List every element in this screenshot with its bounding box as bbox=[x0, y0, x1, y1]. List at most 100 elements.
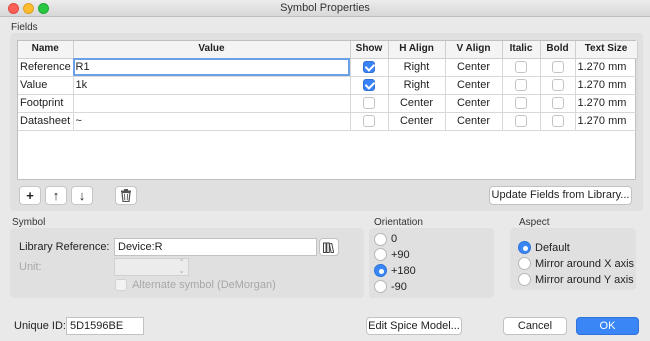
italic-checkbox[interactable] bbox=[515, 78, 527, 91]
field-italic-cell[interactable] bbox=[502, 76, 541, 95]
field-v-align-cell[interactable]: Center bbox=[445, 58, 503, 77]
field-h-align-cell[interactable]: Center bbox=[388, 94, 446, 113]
field-v-align-cell[interactable]: Center bbox=[445, 112, 503, 131]
ok-button[interactable]: OK bbox=[576, 317, 639, 335]
show-checkbox[interactable] bbox=[363, 60, 375, 73]
library-reference-label: Library Reference: bbox=[19, 241, 110, 253]
alternate-symbol-checkbox[interactable] bbox=[115, 279, 127, 292]
delete-field-button[interactable] bbox=[115, 186, 137, 205]
field-v-align-cell[interactable]: Center bbox=[445, 76, 503, 95]
aspect-label: Mirror around X axis bbox=[535, 258, 635, 270]
column-header-h-align[interactable]: H Align bbox=[388, 41, 446, 59]
orientation-label: +90 bbox=[391, 249, 410, 261]
unit-label: Unit: bbox=[19, 261, 42, 273]
edit-spice-model-button[interactable]: Edit Spice Model... bbox=[366, 317, 462, 335]
orientation-radio[interactable] bbox=[374, 280, 387, 293]
orientation-label: 0 bbox=[391, 233, 398, 245]
column-header-v-align[interactable]: V Align bbox=[445, 41, 503, 59]
fields-table: Name Value Show H Align V Align Italic B… bbox=[18, 41, 638, 131]
field-italic-cell[interactable] bbox=[502, 94, 541, 113]
unique-id-label: Unique ID: bbox=[14, 320, 66, 332]
zoom-window-button[interactable] bbox=[38, 3, 49, 14]
column-header-show[interactable]: Show bbox=[350, 41, 389, 59]
bold-checkbox[interactable] bbox=[551, 60, 564, 73]
field-text-size-cell[interactable]: 1.270 mm bbox=[575, 94, 638, 113]
orientation-group bbox=[369, 228, 494, 298]
column-header-name[interactable]: Name bbox=[18, 41, 74, 59]
field-name-cell[interactable]: Reference bbox=[18, 58, 74, 77]
field-value-cell[interactable]: ~ bbox=[73, 112, 351, 131]
bold-checkbox[interactable] bbox=[551, 78, 564, 91]
move-down-button[interactable]: ↓ bbox=[71, 186, 93, 205]
window-title: Symbol Properties bbox=[280, 2, 370, 14]
field-value-cell[interactable]: 1k bbox=[73, 76, 351, 95]
field-show-cell[interactable] bbox=[350, 76, 389, 95]
field-bold-cell[interactable] bbox=[540, 76, 576, 95]
orientation-label: +180 bbox=[391, 265, 416, 277]
field-h-align-cell[interactable]: Center bbox=[388, 112, 446, 131]
update-fields-from-library-button[interactable]: Update Fields from Library... bbox=[489, 186, 632, 205]
italic-checkbox[interactable] bbox=[515, 114, 527, 127]
column-header-bold[interactable]: Bold bbox=[540, 41, 576, 59]
unique-id-field[interactable]: 5D1596BE bbox=[66, 317, 144, 335]
field-name-cell[interactable]: Value bbox=[18, 76, 74, 95]
field-bold-cell[interactable] bbox=[540, 58, 576, 77]
column-header-value[interactable]: Value bbox=[73, 41, 351, 59]
alternate-symbol-label: Alternate symbol (DeMorgan) bbox=[132, 279, 276, 292]
field-show-cell[interactable] bbox=[350, 94, 389, 113]
orientation-label: -90 bbox=[391, 281, 407, 293]
chevron-updown-icon: ⌃ ⌄ bbox=[178, 258, 185, 275]
field-name-cell[interactable]: Footprint bbox=[18, 94, 74, 113]
field-name-cell[interactable]: Datasheet bbox=[18, 112, 74, 131]
close-window-button[interactable] bbox=[8, 3, 19, 14]
italic-checkbox[interactable] bbox=[515, 60, 527, 73]
aspect-radio[interactable] bbox=[518, 257, 531, 270]
italic-checkbox[interactable] bbox=[515, 96, 527, 109]
aspect-radio[interactable] bbox=[518, 241, 531, 254]
bold-checkbox[interactable] bbox=[551, 96, 564, 109]
field-row-footprint[interactable]: Footprint Center Center 1.270 mm bbox=[18, 94, 638, 113]
field-bold-cell[interactable] bbox=[540, 112, 576, 131]
field-h-align-cell[interactable]: Right bbox=[388, 58, 446, 77]
field-v-align-cell[interactable]: Center bbox=[445, 94, 503, 113]
orientation-section-label: Orientation bbox=[374, 217, 423, 228]
field-text-size-cell[interactable]: 1.270 mm bbox=[575, 112, 638, 131]
column-header-italic[interactable]: Italic bbox=[502, 41, 541, 59]
field-row-reference[interactable]: Reference R1 Right Center 1.270 mm bbox=[18, 58, 638, 77]
field-text-size-cell[interactable]: 1.270 mm bbox=[575, 76, 638, 95]
move-up-button[interactable]: ↑ bbox=[45, 186, 67, 205]
aspect-radio[interactable] bbox=[518, 273, 531, 286]
cancel-button[interactable]: Cancel bbox=[503, 317, 567, 335]
field-show-cell[interactable] bbox=[350, 112, 389, 131]
field-bold-cell[interactable] bbox=[540, 94, 576, 113]
field-value-cell[interactable] bbox=[73, 94, 351, 113]
column-header-text-size[interactable]: Text Size bbox=[575, 41, 638, 59]
browse-library-button[interactable] bbox=[319, 238, 339, 256]
field-row-value[interactable]: Value 1k Right Center 1.270 mm bbox=[18, 76, 638, 95]
orientation-radio[interactable] bbox=[374, 264, 387, 277]
fields-grid: Name Value Show H Align V Align Italic B… bbox=[17, 40, 638, 180]
field-h-align-cell[interactable]: Right bbox=[388, 76, 446, 95]
field-text-size-cell[interactable]: 1.270 mm bbox=[575, 58, 638, 77]
add-field-button[interactable]: + bbox=[19, 186, 41, 205]
trash-icon bbox=[121, 189, 131, 203]
field-show-cell[interactable] bbox=[350, 58, 389, 77]
orientation-radio[interactable] bbox=[374, 248, 387, 261]
library-reference-input[interactable]: Device:R bbox=[114, 238, 317, 256]
unit-select[interactable]: ⌃ ⌄ bbox=[114, 258, 189, 276]
show-checkbox[interactable] bbox=[363, 114, 375, 127]
alternate-symbol-option[interactable]: Alternate symbol (DeMorgan) bbox=[115, 279, 276, 292]
minimize-window-button[interactable] bbox=[23, 3, 34, 14]
show-checkbox[interactable] bbox=[363, 78, 375, 91]
aspect-label: Default bbox=[535, 242, 570, 254]
field-italic-cell[interactable] bbox=[502, 58, 541, 77]
aspect-label: Mirror around Y axis bbox=[535, 274, 634, 286]
field-row-datasheet[interactable]: Datasheet ~ Center Center 1.270 mm bbox=[18, 112, 638, 131]
field-value-cell[interactable]: R1 bbox=[73, 58, 351, 77]
show-checkbox[interactable] bbox=[363, 96, 375, 109]
field-italic-cell[interactable] bbox=[502, 112, 541, 131]
fields-section-label: Fields bbox=[11, 22, 38, 33]
orientation-radio[interactable] bbox=[374, 233, 387, 246]
bold-checkbox[interactable] bbox=[551, 114, 564, 127]
aspect-section-label: Aspect bbox=[519, 217, 550, 228]
